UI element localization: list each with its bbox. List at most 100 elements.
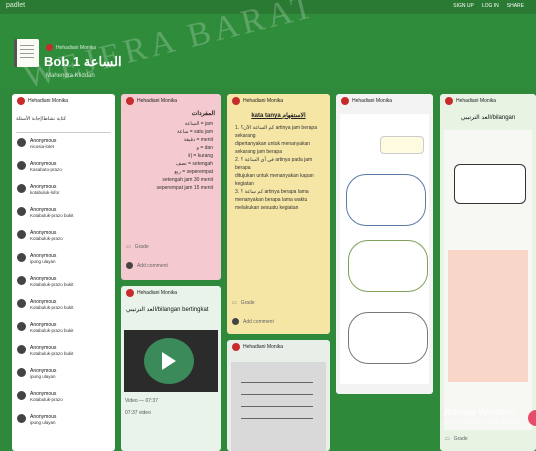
comment-body: nicosia-lotet (30, 144, 55, 149)
comment-item[interactable]: Anonymous ipung ulayan (17, 253, 56, 265)
comment-item[interactable]: Anonymous kotabuluk-lofor (17, 184, 60, 196)
grade-icon: ▭ (126, 244, 131, 250)
comment-text: Anonymous kotabuluk-lofor (30, 184, 60, 196)
add-comment-label: Add comment (243, 318, 274, 325)
card-line: ditujukan untuk menanyakan kapan kegiata… (235, 173, 314, 187)
card-author: Hehadiani Monika (243, 344, 284, 350)
share-button[interactable]: SHARE (507, 3, 524, 9)
add-comment-row[interactable]: Add comment (126, 262, 168, 269)
comment-body: Kotabuluk-prazo (30, 236, 63, 241)
card-line: dipertanyakan untuk menanyakan sekarang … (235, 141, 311, 155)
comment-body: ipung ulayan (30, 259, 56, 264)
card-line: seperempat jam 15 menit (156, 185, 213, 191)
sign-up-link[interactable]: SIGN UP (453, 3, 474, 9)
card-slides[interactable]: Hehadiani Monika (336, 94, 433, 394)
card-author: Hehadiani Monika (456, 98, 497, 104)
card-header: Hehadiani Monika (227, 340, 330, 354)
diagram-box (348, 240, 428, 292)
comment-text: Anonymous Kotabuluk-prazo bukit (30, 299, 74, 311)
comment-text: Anonymous ipung ulayan (30, 253, 56, 265)
card-ordinal[interactable]: Hehadiani Monika العد الترتيبي/bilangan … (440, 94, 536, 451)
card-question-words[interactable]: Hehadiani Monika kata tanya الاستفهام 1.… (227, 94, 330, 334)
activity-text: كتابة نشاط/إجابة الأسئلة (16, 116, 111, 133)
add-comment-label: Add comment (137, 262, 168, 269)
comment-avatar (17, 322, 26, 331)
card-video[interactable]: Hehadiani Monika العد الترتيبي/bilangan … (121, 286, 221, 451)
card-line: 3. كم ساعة ؟ artinya berapa lama (235, 189, 309, 195)
play-icon[interactable] (162, 352, 176, 370)
video-sub: 07:37 video (125, 410, 151, 416)
card-vocabulary[interactable]: Hehadiani Monika المفردات الساعة = jam سا… (121, 94, 221, 280)
comment-text: Anonymous ipung ulayan (30, 368, 56, 380)
comment-item[interactable]: Anonymous Kotabuluk-prazo (17, 391, 63, 403)
user-avatar (126, 262, 133, 269)
speech-bubble (454, 164, 526, 204)
card-author: Hehadiani Monika (352, 98, 393, 104)
comment-body: Kotabuluk-prazo bukit (30, 351, 74, 356)
card-heading: kata tanya الاستفهام (251, 113, 306, 119)
author-avatar (341, 97, 349, 105)
comment-item[interactable]: Anonymous Kotabuluk-prazo bukit (17, 276, 74, 288)
column-author: Hehadiani Monika (28, 98, 69, 104)
card-line: ساعة = satu jam (177, 129, 213, 135)
comment-body: Kotabuluk-prazo bukit (30, 282, 74, 287)
question-list: 1. كم الساعة الآن؟ artinya jam berapa se… (235, 124, 324, 212)
comment-text: Anonymous Kasabuto-prazo (30, 161, 62, 173)
video-thumbnail[interactable] (124, 330, 218, 392)
comment-avatar (17, 345, 26, 354)
comment-avatar (17, 253, 26, 262)
column-comments: Hehadiani Monika كتابة نشاط/إجابة الأسئل… (12, 94, 115, 451)
comment-body: Kotabuluk-prazo (30, 397, 63, 402)
author-avatar (445, 97, 453, 105)
comment-text: Anonymous Kotabuluk-prazo (30, 230, 63, 242)
grade-row[interactable]: ▭ Grade (126, 244, 149, 250)
log-in-link[interactable]: LOG IN (482, 3, 499, 9)
author-avatar (232, 97, 240, 105)
vocab-list: الساعة = jam ساعة = satu jam دقيقة = menit… (131, 120, 213, 192)
comment-avatar (17, 414, 26, 423)
comment-avatar (17, 207, 26, 216)
comment-item[interactable]: Anonymous Kotabuluk-prazo (17, 230, 63, 242)
comment-body: Kotabuluk-prazo bukit (30, 213, 74, 218)
card-handwritten[interactable]: Hehadiani Monika (227, 340, 330, 451)
activate-windows-text: Activate Windows (444, 407, 516, 417)
comment-item[interactable]: Anonymous Kotabuluk-prazo bukit (17, 322, 74, 334)
comment-body: Kotabuluk-prazo bukit (30, 305, 74, 310)
comment-avatar (17, 391, 26, 400)
comment-item[interactable]: Anonymous Kotabuluk-prazo bukit (17, 299, 74, 311)
grade-row[interactable]: ▭ Grade (232, 300, 255, 306)
comment-text: Anonymous Kotabuluk-prazo bukit (30, 207, 74, 219)
comment-item[interactable]: Anonymous Kasabuto-prazo (17, 161, 62, 173)
slide-image[interactable] (444, 130, 532, 430)
comment-item[interactable]: Anonymous ipung ulayan (17, 368, 56, 380)
slide-image[interactable] (340, 114, 429, 384)
comment-body: ipung ulayan (30, 374, 56, 379)
card-author: Hehadiani Monika (243, 98, 284, 104)
comment-avatar (17, 299, 26, 308)
handwritten-image[interactable] (231, 362, 326, 451)
author-avatar (126, 97, 134, 105)
brand-logo[interactable]: padlet (6, 2, 25, 9)
comment-item[interactable]: Anonymous nicosia-lotet (17, 138, 56, 150)
grade-icon: ▭ (232, 300, 237, 306)
card-author: Hehadiani Monika (137, 98, 178, 104)
comment-item[interactable]: Anonymous Kotabuluk-prazo bukit (17, 207, 74, 219)
activate-windows-sub: Go to Settings to activate Windows. (444, 420, 523, 426)
card-title: العد الترتيبي/bilangan bertingkat (126, 307, 209, 313)
speech-bubble (380, 136, 424, 154)
comment-text: Anonymous Kotabuluk-prazo (30, 391, 63, 403)
comment-item[interactable]: Anonymous Kotabuluk-prazo bukit (17, 345, 74, 357)
card-line: ربع = seperempat (174, 169, 213, 175)
grade-icon: ▭ (445, 436, 450, 442)
card-line: نصف = setengah (175, 161, 213, 167)
handwriting-lines (241, 382, 313, 383)
top-nav: SIGN UP LOG IN SHARE (453, 3, 524, 9)
grade-row[interactable]: ▭ Grade (445, 436, 468, 442)
add-comment-row[interactable]: Add comment (232, 318, 274, 325)
card-line: إلا = kurang (187, 153, 213, 159)
author-avatar (126, 289, 134, 297)
comment-item[interactable]: Anonymous ipung ulayan (17, 414, 56, 426)
card-heading: المفردات (191, 111, 215, 117)
card-header: Hehadiani Monika (121, 94, 221, 108)
card-header: Hehadiani Monika (336, 94, 433, 108)
